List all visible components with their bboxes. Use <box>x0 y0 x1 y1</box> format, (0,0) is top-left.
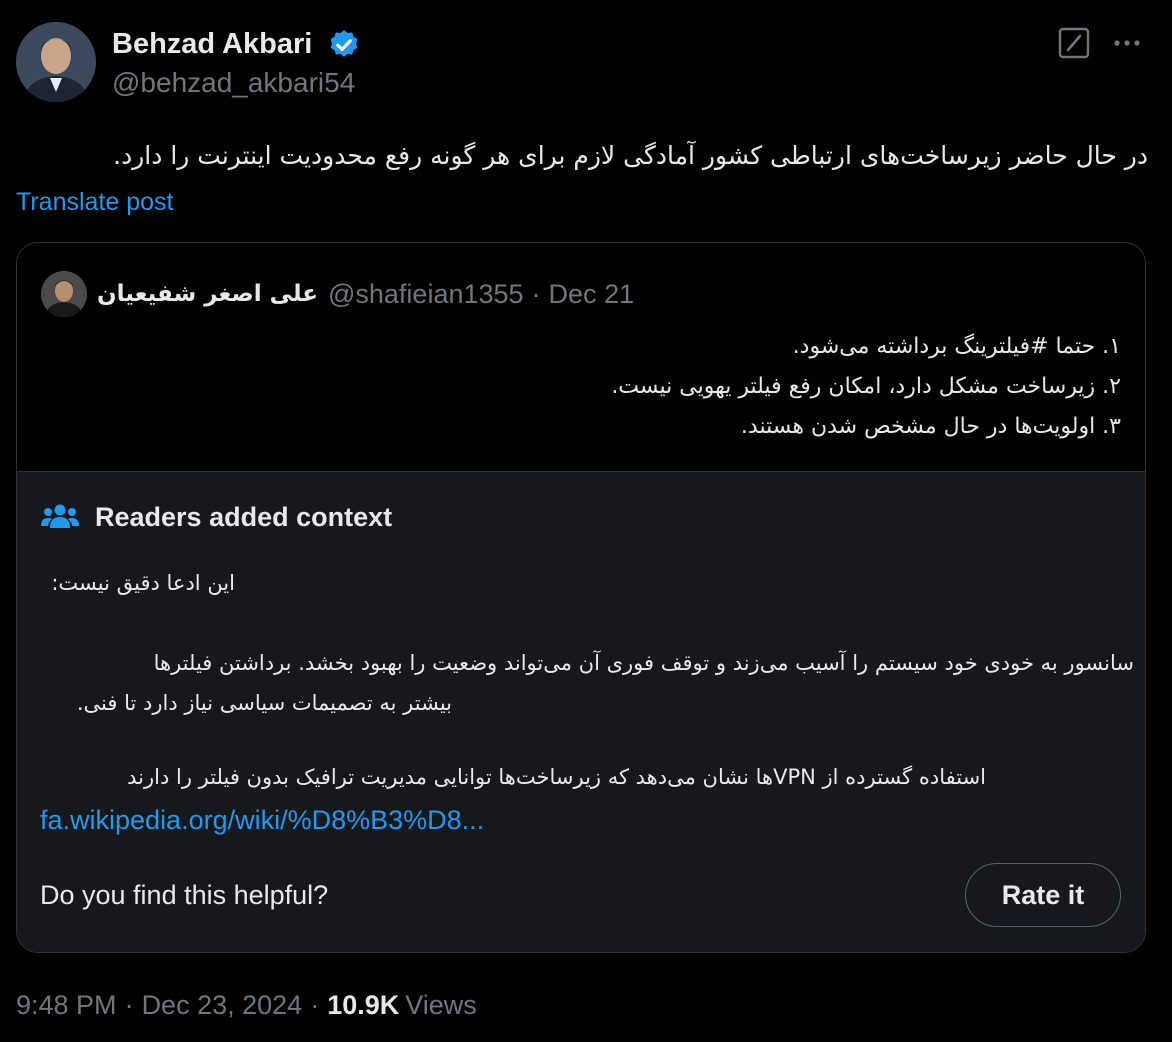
quote-author-handle[interactable]: @shafieian1355 <box>328 279 524 310</box>
quote-line: ۳. اولویت‌ها در حال مشخص شدن هستند. <box>740 414 1121 439</box>
separator-dot: · <box>310 989 320 1020</box>
post-date[interactable]: Dec 23, 2024 <box>142 990 303 1021</box>
quote-date[interactable]: Dec 21 <box>549 279 635 310</box>
author-name[interactable]: Behzad Akbari <box>112 27 312 61</box>
post-page: Behzad Akbari @behzad_akbari54 در حال حا… <box>0 0 1172 1042</box>
post-footer: 9:48 PM · Dec 23, 2024 · 10.9K Views <box>16 988 477 1022</box>
note-source-link[interactable]: fa.wikipedia.org/wiki/%D8%B3%D8... <box>40 802 484 838</box>
note-paragraph-1-line-2: بیشتر به تصمیمات سیاسی نیاز دارد تا فنی. <box>76 691 452 715</box>
grok-icon[interactable] <box>1057 26 1091 60</box>
rate-it-button[interactable]: Rate it <box>965 863 1121 927</box>
separator-dot: · <box>124 989 134 1020</box>
note-paragraph-1-line-1-visible: سانسور به خودی خود سیستم را آسیب می‌زند … <box>153 651 1134 675</box>
quoted-post-card[interactable]: علی اصغر شفیعیان @shafieian1355 · Dec 21… <box>16 242 1146 953</box>
author-handle[interactable]: @behzad_akbari54 <box>112 66 355 100</box>
quoted-post[interactable]: علی اصغر شفیعیان @shafieian1355 · Dec 21… <box>17 243 1145 471</box>
note-claim: این ادعا دقیق نیست: <box>51 571 235 595</box>
quote-author-name[interactable]: علی اصغر شفیعیان <box>97 281 318 307</box>
verified-badge-icon <box>330 30 358 57</box>
views-label: Views <box>405 989 477 1020</box>
translate-post-link[interactable]: Translate post <box>16 186 173 218</box>
post-time[interactable]: 9:48 PM <box>16 990 117 1021</box>
post-text: در حال حاضر زیرساخت‌های ارتباطی کشور آما… <box>113 141 1148 170</box>
quote-text: ۱. حتما #فیلترینگ برداشته می‌شود. ۲. زیر… <box>41 327 1121 447</box>
views-count: 10.9K <box>327 989 400 1020</box>
quote-author-avatar[interactable] <box>41 271 87 317</box>
helpful-question: Do you find this helpful? <box>40 880 329 910</box>
notes-title: Readers added context <box>95 502 393 532</box>
readers-context-icon <box>41 504 79 528</box>
note-paragraph-2-line-1: استفاده گسترده از VPNها نشان می‌دهد که ز… <box>127 765 986 789</box>
quote-line: ۱. حتما #فیلترینگ برداشته می‌شود. <box>792 334 1121 359</box>
separator-dot: · <box>531 278 541 309</box>
quote-line: ۲. زیرساخت مشکل دارد، امکان رفع فیلتر یه… <box>611 374 1121 399</box>
author-avatar[interactable] <box>16 22 96 102</box>
quote-meta: علی اصغر شفیعیان @shafieian1355 · Dec 21 <box>97 275 634 313</box>
more-icon[interactable] <box>1110 28 1144 58</box>
